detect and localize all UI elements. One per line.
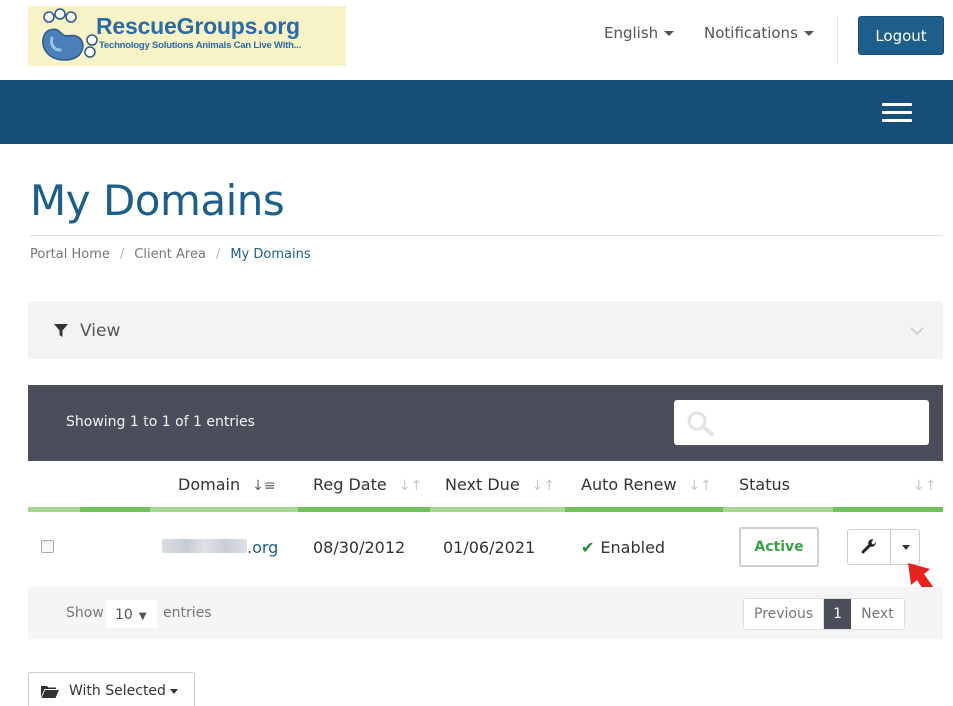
row-select-checkbox[interactable] xyxy=(41,540,54,553)
show-label: Show xyxy=(66,605,104,621)
column-header-next-due[interactable]: Next Due ↓↑ xyxy=(445,475,555,494)
main-navbar xyxy=(0,80,953,144)
current-page-button[interactable]: 1 xyxy=(824,599,852,629)
breadcrumb-separator: / xyxy=(215,247,221,262)
previous-page-button[interactable]: Previous xyxy=(744,599,825,629)
sort-icon: ↓↑ xyxy=(398,478,423,494)
caret-down-icon xyxy=(901,544,910,550)
nav-divider xyxy=(837,16,838,64)
notifications-dropdown[interactable]: Notifications xyxy=(704,24,814,42)
sort-icon: ↓↑ xyxy=(531,478,556,494)
next-page-button[interactable]: Next xyxy=(851,599,904,629)
sort-icon: ↓↑ xyxy=(688,478,713,494)
breadcrumb-separator: / xyxy=(119,247,125,262)
redacted-domain-name xyxy=(162,539,247,553)
breadcrumb-client-area[interactable]: Client Area xyxy=(134,247,206,262)
column-header-actions[interactable]: ↓↑ xyxy=(913,475,936,494)
table-search-input[interactable] xyxy=(674,400,929,445)
manage-domain-button[interactable] xyxy=(848,530,891,564)
folder-open-icon xyxy=(41,685,59,698)
with-selected-button[interactable]: With Selected xyxy=(28,672,195,706)
page-title: My Domains xyxy=(30,176,285,225)
page-size-value: 10 xyxy=(115,607,133,623)
chevron-down-icon xyxy=(910,327,924,336)
next-due-cell: 01/06/2021 xyxy=(443,538,536,557)
caret-down-icon xyxy=(664,31,675,36)
breadcrumb-current: My Domains xyxy=(230,247,311,262)
column-label: Domain xyxy=(178,475,241,494)
top-header: RescueGroups.org Technology Solutions An… xyxy=(0,0,953,80)
checkmark-icon: ✔ xyxy=(581,538,595,557)
search-icon xyxy=(687,411,714,436)
pagination: Previous 1 Next xyxy=(743,598,905,630)
row-actions-dropdown-button[interactable] xyxy=(891,530,920,564)
logout-button[interactable]: Logout xyxy=(858,16,944,55)
view-filter-panel[interactable]: View xyxy=(28,301,943,359)
column-header-domain[interactable]: Domain ↓≡ xyxy=(178,475,276,494)
language-dropdown[interactable]: English xyxy=(604,24,675,42)
column-label: Status xyxy=(739,475,790,494)
notifications-label: Notifications xyxy=(704,24,798,42)
entries-label: entries xyxy=(163,605,212,621)
column-label: Reg Date xyxy=(313,475,387,494)
breadcrumb: Portal Home / Client Area / My Domains xyxy=(30,247,311,262)
table-toolbar: Showing 1 to 1 of 1 entries xyxy=(28,385,943,461)
logo-tagline: Technology Solutions Animals Can Live Wi… xyxy=(99,40,302,51)
hamburger-icon[interactable] xyxy=(882,103,912,123)
sort-asc-icon: ↓≡ xyxy=(252,478,276,494)
caret-down-icon xyxy=(169,688,178,694)
reg-date-cell: 08/30/2012 xyxy=(313,538,406,557)
column-header-auto-renew[interactable]: Auto Renew ↓↑ xyxy=(581,475,712,494)
view-label: View xyxy=(80,321,121,341)
logo-title: RescueGroups.org xyxy=(96,13,300,39)
wrench-icon xyxy=(861,539,876,554)
auto-renew-value: Enabled xyxy=(600,538,666,557)
with-selected-label: With Selected xyxy=(69,683,166,699)
language-label: English xyxy=(604,24,659,42)
site-logo[interactable]: RescueGroups.org Technology Solutions An… xyxy=(28,6,346,66)
caret-down-icon: ▼ xyxy=(138,611,147,622)
sort-icon: ↓↑ xyxy=(913,478,937,494)
auto-renew-cell: ✔ Enabled xyxy=(581,538,665,557)
showing-entries-text: Showing 1 to 1 of 1 entries xyxy=(66,414,255,430)
filter-icon xyxy=(54,324,68,337)
column-header-reg-date[interactable]: Reg Date ↓↑ xyxy=(313,475,422,494)
paw-logo-icon xyxy=(42,8,98,61)
title-divider xyxy=(30,235,943,236)
column-header-status[interactable]: Status xyxy=(739,475,790,494)
column-label: Next Due xyxy=(445,475,520,494)
column-label: Auto Renew xyxy=(581,475,677,494)
status-badge: Active xyxy=(739,527,819,567)
domain-link[interactable]: .org xyxy=(247,538,278,557)
breadcrumb-portal-home[interactable]: Portal Home xyxy=(30,247,110,262)
page-size-select[interactable]: 10 ▼ xyxy=(106,600,157,628)
caret-down-icon xyxy=(803,31,814,36)
